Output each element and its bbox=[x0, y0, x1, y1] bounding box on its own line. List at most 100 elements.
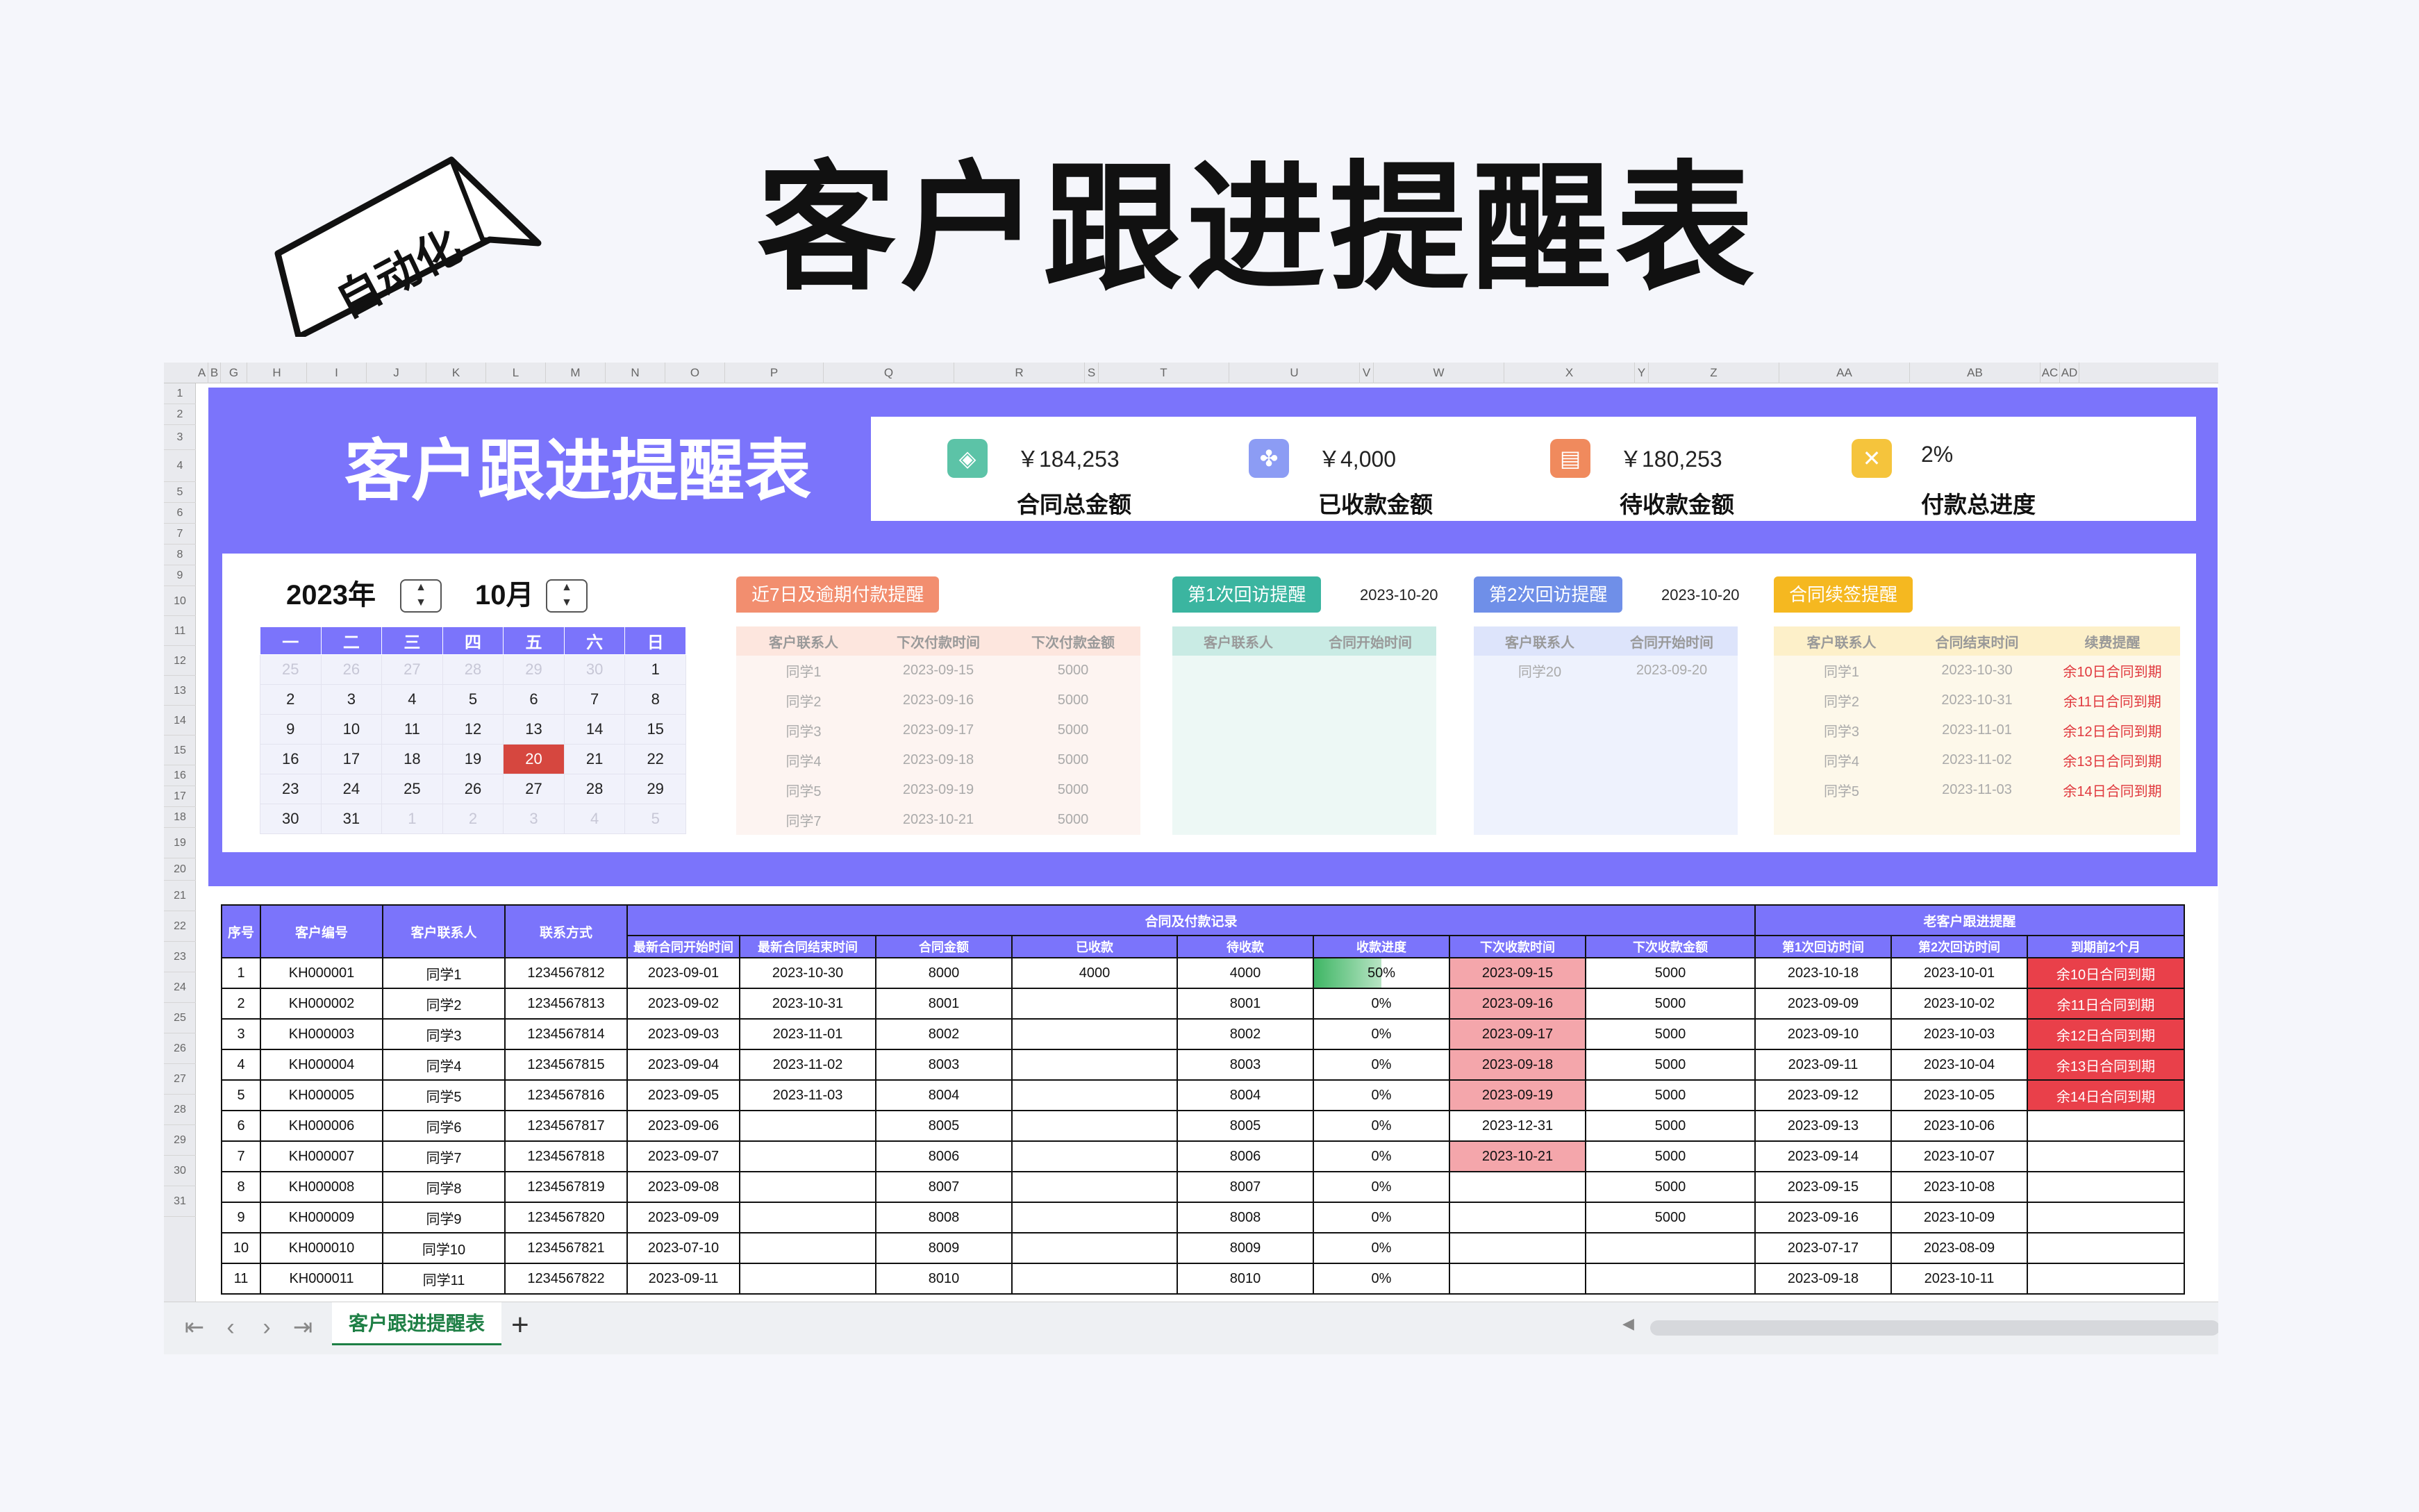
reminder-cell[interactable]: 2023-09-17 bbox=[871, 715, 1006, 745]
table-cell[interactable]: 50% bbox=[1313, 957, 1450, 989]
table-cell[interactable]: 5 bbox=[221, 1079, 261, 1111]
table-cell[interactable]: 2023-09-12 bbox=[1754, 1079, 1892, 1111]
reminder-cell[interactable] bbox=[1172, 715, 1304, 745]
table-cell[interactable]: 1234567822 bbox=[504, 1263, 628, 1295]
table-cell[interactable] bbox=[1011, 1110, 1178, 1142]
table-cell[interactable]: 2023-09-07 bbox=[626, 1140, 740, 1172]
row-header[interactable]: 19 bbox=[164, 828, 196, 858]
table-cell[interactable]: 8000 bbox=[875, 957, 1013, 989]
table-cell[interactable]: 1234567820 bbox=[504, 1202, 628, 1233]
table-cell[interactable]: 2023-09-06 bbox=[626, 1110, 740, 1142]
first-sheet-icon[interactable]: ⇤ bbox=[182, 1313, 207, 1341]
table-cell[interactable]: 2023-09-18 bbox=[1754, 1263, 1892, 1295]
reminder-cell[interactable]: 同学1 bbox=[1774, 656, 1909, 686]
horizontal-scrollbar[interactable] bbox=[1650, 1320, 2218, 1336]
table-cell[interactable]: 同学9 bbox=[382, 1202, 506, 1233]
table-cell[interactable]: 3 bbox=[221, 1018, 261, 1050]
reminder-cell[interactable]: 2023-10-31 bbox=[1909, 686, 2045, 715]
table-cell[interactable]: 8003 bbox=[1177, 1049, 1314, 1081]
row-header[interactable]: 27 bbox=[164, 1064, 196, 1095]
calendar-day[interactable]: 14 bbox=[563, 714, 626, 745]
table-cell[interactable]: 2023-09-09 bbox=[626, 1202, 740, 1233]
table-cell[interactable]: 11 bbox=[221, 1263, 261, 1295]
table-cell[interactable]: 8001 bbox=[875, 988, 1013, 1020]
table-cell[interactable]: 2023-10-31 bbox=[739, 988, 876, 1020]
table-cell[interactable]: 8003 bbox=[875, 1049, 1013, 1081]
table-cell[interactable] bbox=[2027, 1263, 2185, 1295]
calendar-day[interactable]: 30 bbox=[260, 804, 322, 834]
reminder-cell[interactable]: 2023-09-16 bbox=[871, 686, 1006, 715]
column-header[interactable]: K bbox=[426, 363, 486, 383]
reminder-cell[interactable] bbox=[1909, 805, 2045, 835]
table-cell[interactable]: 4000 bbox=[1177, 957, 1314, 989]
next-sheet-icon[interactable]: › bbox=[254, 1313, 279, 1341]
table-cell[interactable] bbox=[1011, 1079, 1178, 1111]
column-header[interactable]: AA bbox=[1779, 363, 1910, 383]
calendar-day[interactable]: 26 bbox=[320, 654, 383, 685]
up-icon[interactable]: ▲ bbox=[547, 581, 586, 596]
row-header[interactable]: 10 bbox=[164, 586, 196, 616]
month-spinner[interactable]: ▲ ▼ bbox=[546, 579, 588, 613]
calendar-day[interactable]: 2 bbox=[442, 804, 504, 834]
table-cell[interactable] bbox=[1011, 1202, 1178, 1233]
table-cell[interactable]: 同学6 bbox=[382, 1110, 506, 1142]
down-icon[interactable]: ▼ bbox=[401, 596, 440, 611]
table-cell[interactable] bbox=[1585, 1232, 1756, 1264]
row-header[interactable]: 1 bbox=[164, 383, 196, 404]
table-cell[interactable]: 5000 bbox=[1585, 1171, 1756, 1203]
calendar-day[interactable]: 29 bbox=[503, 654, 565, 685]
table-cell[interactable]: 8008 bbox=[1177, 1202, 1314, 1233]
reminder-cell[interactable] bbox=[1304, 715, 1436, 745]
table-cell[interactable]: 2023-11-02 bbox=[739, 1049, 876, 1081]
calendar-day[interactable]: 28 bbox=[563, 774, 626, 804]
table-cell[interactable]: 同学8 bbox=[382, 1171, 506, 1203]
row-header[interactable]: 14 bbox=[164, 706, 196, 736]
reminder-cell[interactable] bbox=[1304, 686, 1436, 715]
reminder-cell[interactable]: 余14日合同到期 bbox=[2045, 775, 2180, 805]
row-header[interactable]: 23 bbox=[164, 942, 196, 972]
table-cell[interactable]: 余14日合同到期 bbox=[2027, 1079, 2185, 1111]
table-cell[interactable]: 同学7 bbox=[382, 1140, 506, 1172]
reminder-cell[interactable]: 2023-11-03 bbox=[1909, 775, 2045, 805]
calendar-day[interactable]: 20 bbox=[503, 744, 565, 774]
row-header[interactable]: 22 bbox=[164, 911, 196, 942]
reminder-cell[interactable] bbox=[1474, 805, 1606, 835]
table-cell[interactable]: KH000005 bbox=[260, 1079, 383, 1111]
column-header[interactable]: Y bbox=[1635, 363, 1649, 383]
table-cell[interactable]: 2023-09-05 bbox=[626, 1079, 740, 1111]
reminder-cell[interactable]: 同学4 bbox=[736, 745, 871, 775]
table-cell[interactable]: 1234567815 bbox=[504, 1049, 628, 1081]
column-header[interactable]: T bbox=[1099, 363, 1229, 383]
calendar-day[interactable]: 27 bbox=[503, 774, 565, 804]
reminder-cell[interactable]: 2023-10-30 bbox=[1909, 656, 2045, 686]
table-cell[interactable]: 0% bbox=[1313, 1232, 1450, 1264]
table-cell[interactable]: 8005 bbox=[1177, 1110, 1314, 1142]
column-header[interactable]: AC bbox=[2040, 363, 2060, 383]
row-header[interactable]: 12 bbox=[164, 646, 196, 676]
reminder-cell[interactable]: 同学1 bbox=[736, 656, 871, 686]
table-cell[interactable]: 2023-09-16 bbox=[1449, 988, 1586, 1020]
table-cell[interactable]: 1234567816 bbox=[504, 1079, 628, 1111]
column-header[interactable]: P bbox=[725, 363, 824, 383]
table-cell[interactable]: 2023-09-01 bbox=[626, 957, 740, 989]
reminder-cell[interactable] bbox=[1172, 805, 1304, 835]
reminder-cell[interactable] bbox=[1606, 745, 1738, 775]
reminder-cell[interactable] bbox=[1474, 715, 1606, 745]
calendar-day[interactable]: 15 bbox=[624, 714, 686, 745]
table-cell[interactable]: 1234567821 bbox=[504, 1232, 628, 1264]
up-icon[interactable]: ▲ bbox=[401, 581, 440, 596]
calendar-day[interactable]: 9 bbox=[260, 714, 322, 745]
reminder-cell[interactable] bbox=[1606, 686, 1738, 715]
table-cell[interactable] bbox=[739, 1202, 876, 1233]
calendar-day[interactable]: 4 bbox=[563, 804, 626, 834]
calendar-day[interactable]: 21 bbox=[563, 744, 626, 774]
table-cell[interactable]: 2023-09-18 bbox=[1449, 1049, 1586, 1081]
table-cell[interactable]: 2023-09-19 bbox=[1449, 1079, 1586, 1111]
table-cell[interactable]: 5000 bbox=[1585, 1049, 1756, 1081]
calendar-day[interactable]: 2 bbox=[260, 684, 322, 715]
calendar-day[interactable]: 11 bbox=[381, 714, 443, 745]
table-cell[interactable]: 2023-10-08 bbox=[1890, 1171, 2028, 1203]
table-cell[interactable]: 0% bbox=[1313, 1018, 1450, 1050]
table-cell[interactable]: 1234567817 bbox=[504, 1110, 628, 1142]
row-header[interactable]: 28 bbox=[164, 1095, 196, 1125]
